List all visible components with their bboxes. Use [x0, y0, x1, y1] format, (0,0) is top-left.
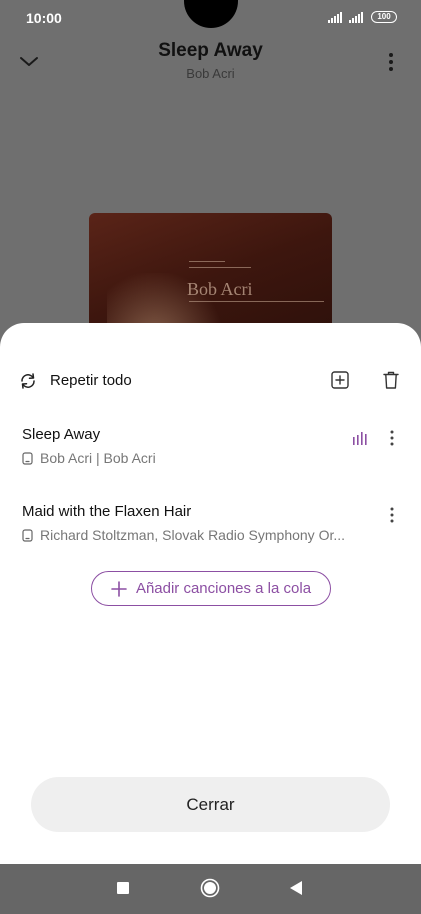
track-title: Sleep Away: [22, 426, 101, 443]
track-more-icon[interactable]: [386, 429, 398, 447]
signal-icon: [328, 12, 342, 23]
add-to-queue-button[interactable]: Añadir canciones a la cola: [91, 571, 331, 606]
track-artist-album: Bob Acri | Bob Acri: [40, 450, 156, 466]
plus-icon: [111, 580, 127, 597]
track-artist-album: Richard Stoltzman, Slovak Radio Symphony…: [40, 527, 346, 543]
song-artist: Bob Acri: [186, 66, 235, 81]
track-meta: Richard Stoltzman, Slovak Radio Symphony…: [22, 527, 345, 543]
queue-sheet: Repetir todo Sleep Away Bob Acri | Bob A…: [0, 323, 421, 864]
track-more-icon[interactable]: [386, 506, 398, 524]
add-playlist-icon[interactable]: [330, 370, 350, 390]
track-title: Maid with the Flaxen Hair: [22, 503, 192, 520]
close-button[interactable]: Cerrar: [31, 777, 390, 832]
player-header: Sleep Away Bob Acri: [0, 36, 421, 96]
repeat-label[interactable]: Repetir todo: [50, 372, 132, 389]
device-icon: [22, 451, 33, 465]
album-art-text-line: [189, 261, 225, 262]
status-time: 10:00: [26, 10, 62, 26]
queue-track-item[interactable]: Sleep Away Bob Acri | Bob Acri: [0, 426, 421, 476]
battery-icon: 100: [371, 11, 397, 23]
queue-track-item[interactable]: Maid with the Flaxen Hair Richard Stoltz…: [0, 503, 421, 553]
signal-icon-2: [349, 12, 363, 23]
repeat-row[interactable]: Repetir todo: [0, 363, 421, 399]
trash-icon[interactable]: [382, 370, 400, 390]
camera-notch: [184, 0, 238, 28]
back-icon[interactable]: [289, 880, 303, 896]
repeat-icon[interactable]: [18, 371, 38, 391]
track-meta: Bob Acri | Bob Acri: [22, 450, 156, 466]
home-icon[interactable]: [200, 878, 220, 898]
add-to-queue-label: Añadir canciones a la cola: [135, 580, 312, 597]
album-art-text-line: [189, 267, 251, 268]
status-bar: 10:00 100: [0, 0, 421, 36]
album-art-brand: Bob Acri: [187, 279, 253, 299]
song-title: Sleep Away: [158, 40, 263, 61]
more-options-icon[interactable]: [384, 50, 398, 74]
device-icon: [22, 528, 33, 542]
recents-icon[interactable]: [117, 882, 129, 894]
now-playing-icon: [353, 432, 367, 445]
album-art-text-line: [189, 301, 324, 302]
phone-screen: 10:00 100 Sleep Away Bob Acri Bob Acri R…: [0, 0, 421, 914]
navigation-bar: [0, 864, 421, 914]
